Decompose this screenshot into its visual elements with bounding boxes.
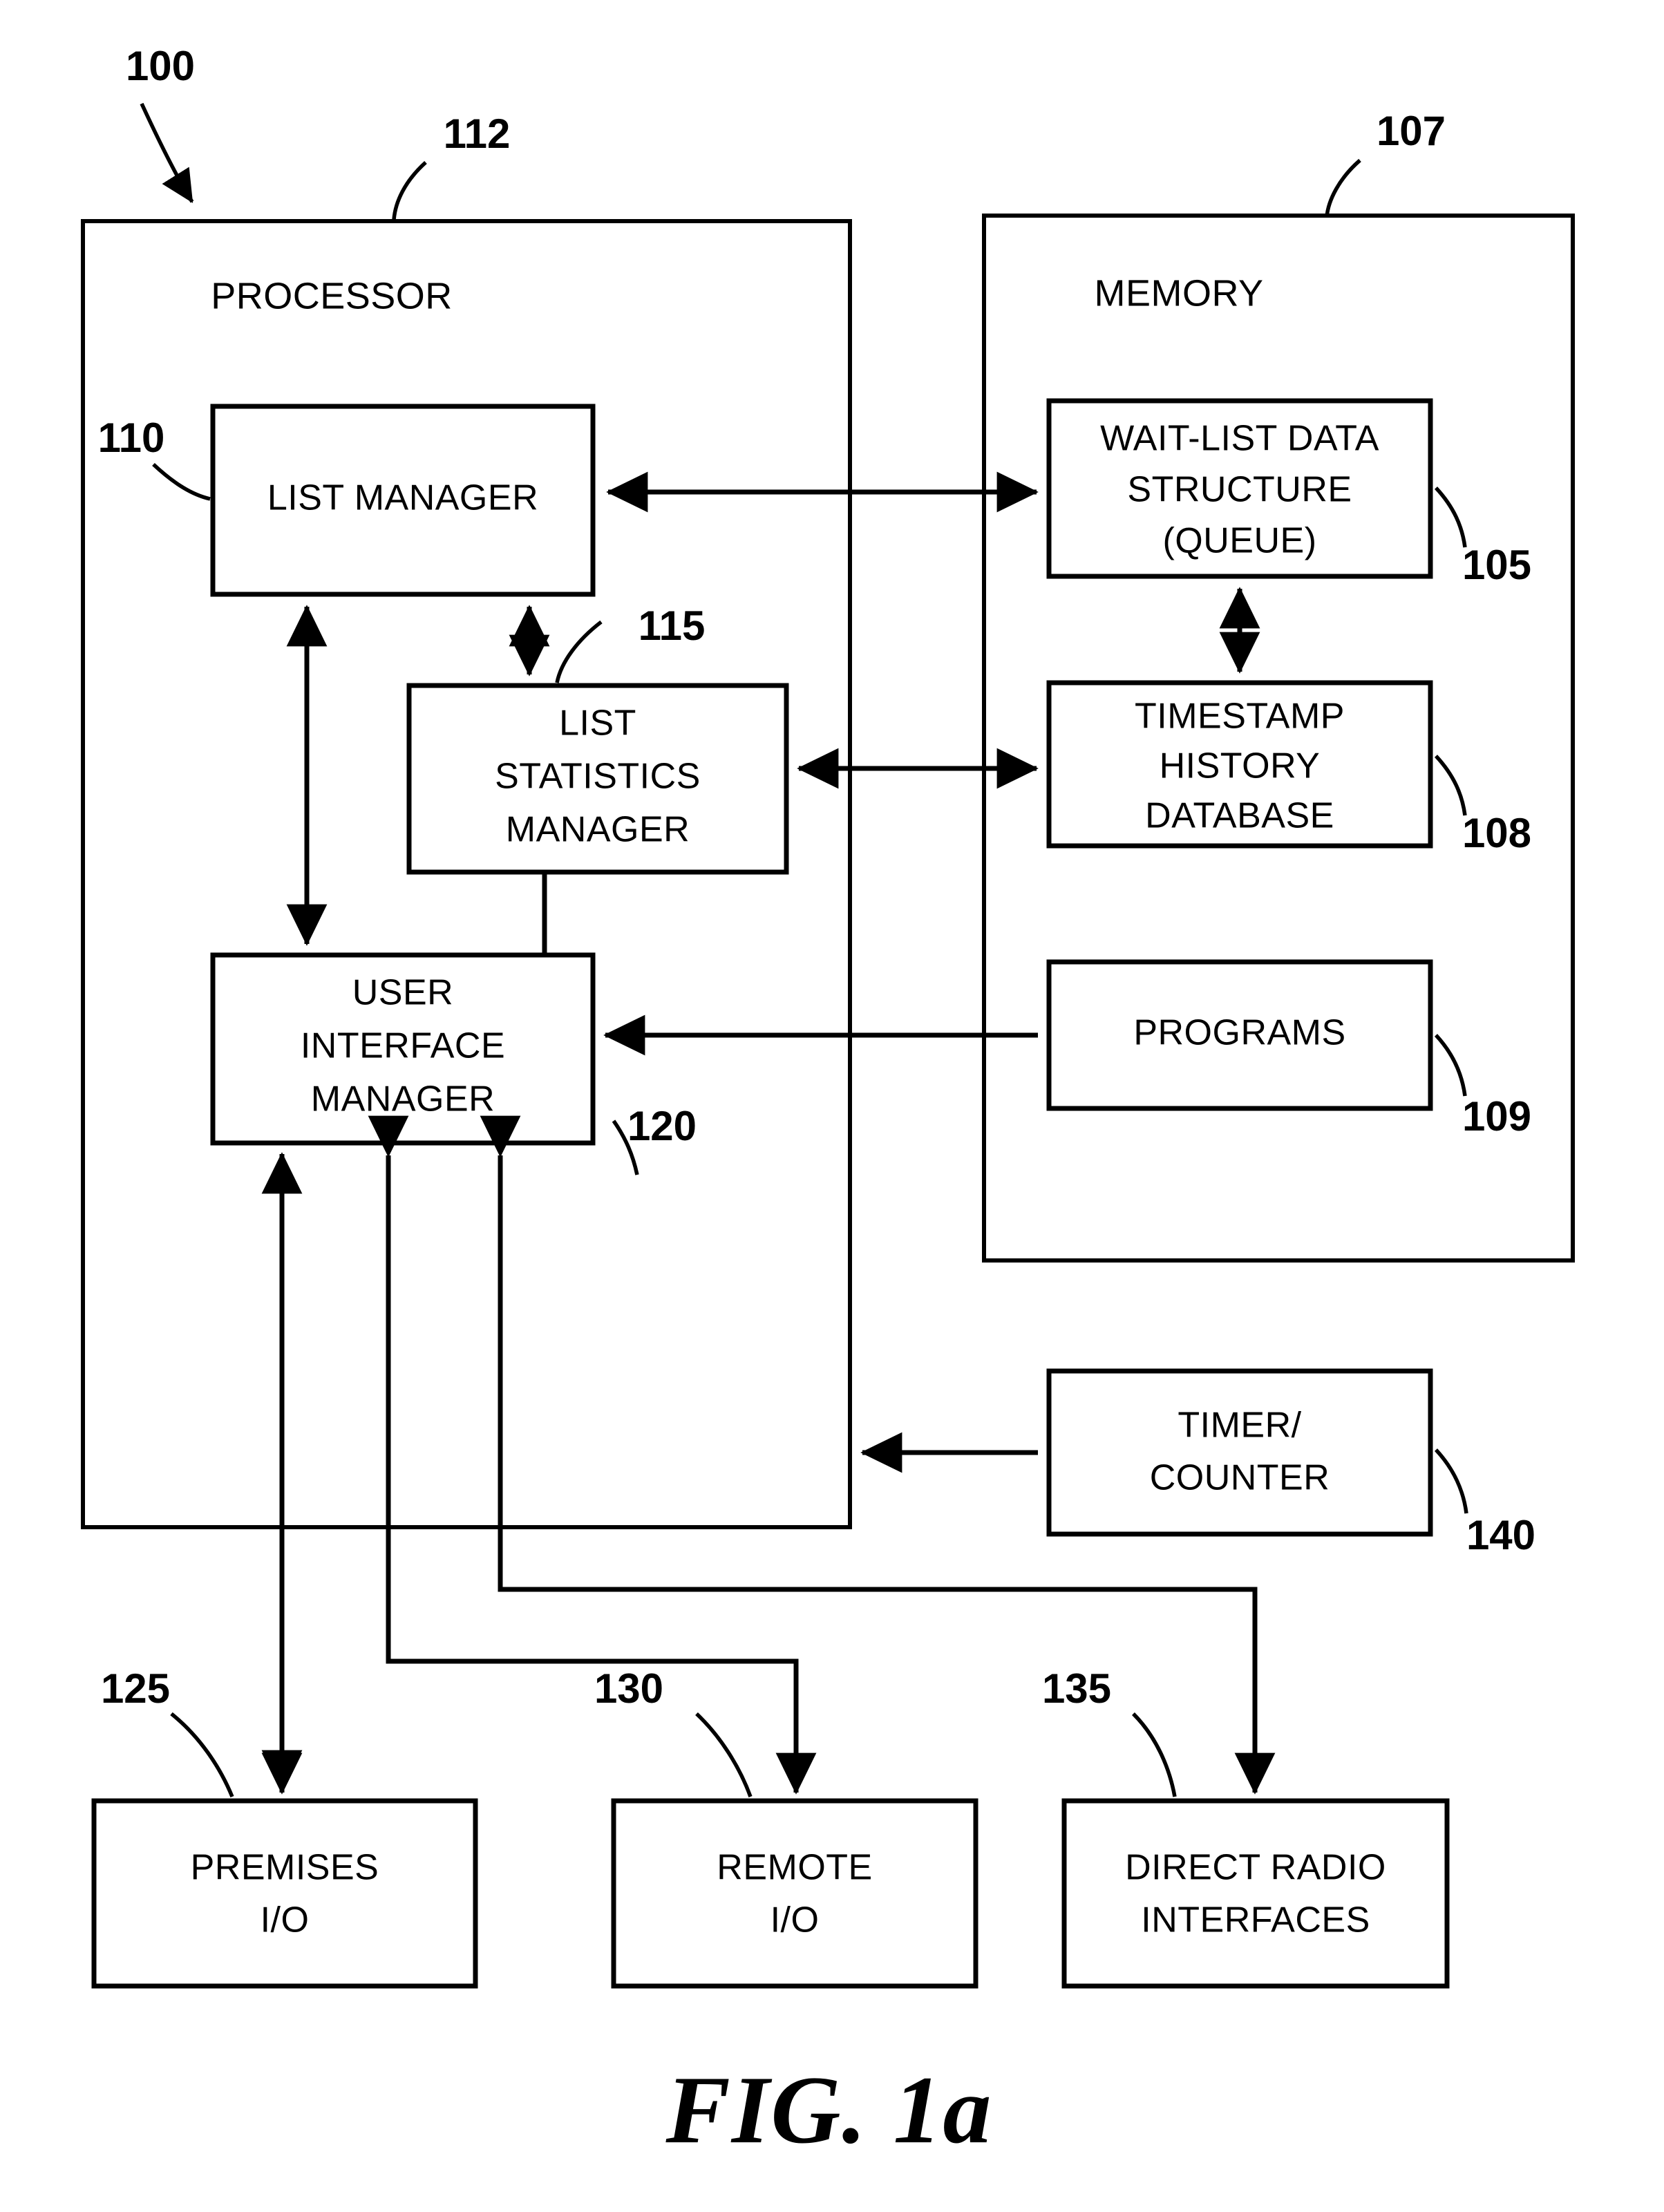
ref-109: 109 <box>1462 1093 1531 1140</box>
premises-label-line1: PREMISES <box>191 1848 379 1888</box>
processor-label: PROCESSOR <box>211 275 453 316</box>
uim-label-line3: MANAGER <box>311 1079 495 1119</box>
figure-caption: FIG. 1a <box>665 2057 993 2164</box>
waitlist-label-line2: STRUCTURE <box>1127 470 1352 510</box>
ref-115: 115 <box>639 603 706 649</box>
directradio-label-line2: INTERFACES <box>1141 1900 1370 1940</box>
list-statistics-label-line2: STATISTICS <box>495 757 701 797</box>
ref-108: 108 <box>1462 810 1531 856</box>
uim-label-line1: USER <box>352 973 453 1013</box>
label-layer: PROCESSOR MEMORY LIST MANAGER LIST STATI… <box>98 43 1535 2164</box>
ref-120: 120 <box>627 1103 697 1149</box>
timer-label-line1: TIMER/ <box>1178 1406 1301 1446</box>
remote-label-line1: REMOTE <box>717 1848 872 1888</box>
timestamp-label-line2: HISTORY <box>1160 746 1321 786</box>
list-statistics-label-line3: MANAGER <box>506 810 690 850</box>
waitlist-label-line1: WAIT-LIST DATA <box>1100 419 1379 459</box>
directradio-label-line1: DIRECT RADIO <box>1125 1848 1386 1888</box>
memory-label: MEMORY <box>1094 272 1263 314</box>
ref-112: 112 <box>444 111 511 157</box>
ref-105: 105 <box>1462 542 1531 588</box>
waitlist-label-line3: (QUEUE) <box>1162 521 1316 561</box>
list-manager-label: LIST MANAGER <box>267 478 538 518</box>
ref-135: 135 <box>1042 1665 1111 1712</box>
ref-130: 130 <box>594 1665 663 1712</box>
timestamp-label-line1: TIMESTAMP <box>1135 697 1345 737</box>
remote-label-line2: I/O <box>770 1900 820 1940</box>
programs-label: PROGRAMS <box>1133 1013 1345 1053</box>
ref-140: 140 <box>1466 1512 1535 1558</box>
ref-125: 125 <box>101 1665 170 1712</box>
timer-label-line2: COUNTER <box>1150 1458 1330 1498</box>
ref-100: 100 <box>126 43 195 89</box>
patent-figure: PROCESSOR MEMORY LIST MANAGER LIST STATI… <box>0 0 1664 2212</box>
timestamp-label-line3: DATABASE <box>1145 796 1334 836</box>
premises-label-line2: I/O <box>261 1900 310 1940</box>
uim-label-line2: INTERFACE <box>301 1026 505 1066</box>
ref-107: 107 <box>1377 108 1446 154</box>
list-statistics-label-line1: LIST <box>559 703 636 744</box>
ref-110: 110 <box>98 415 165 461</box>
